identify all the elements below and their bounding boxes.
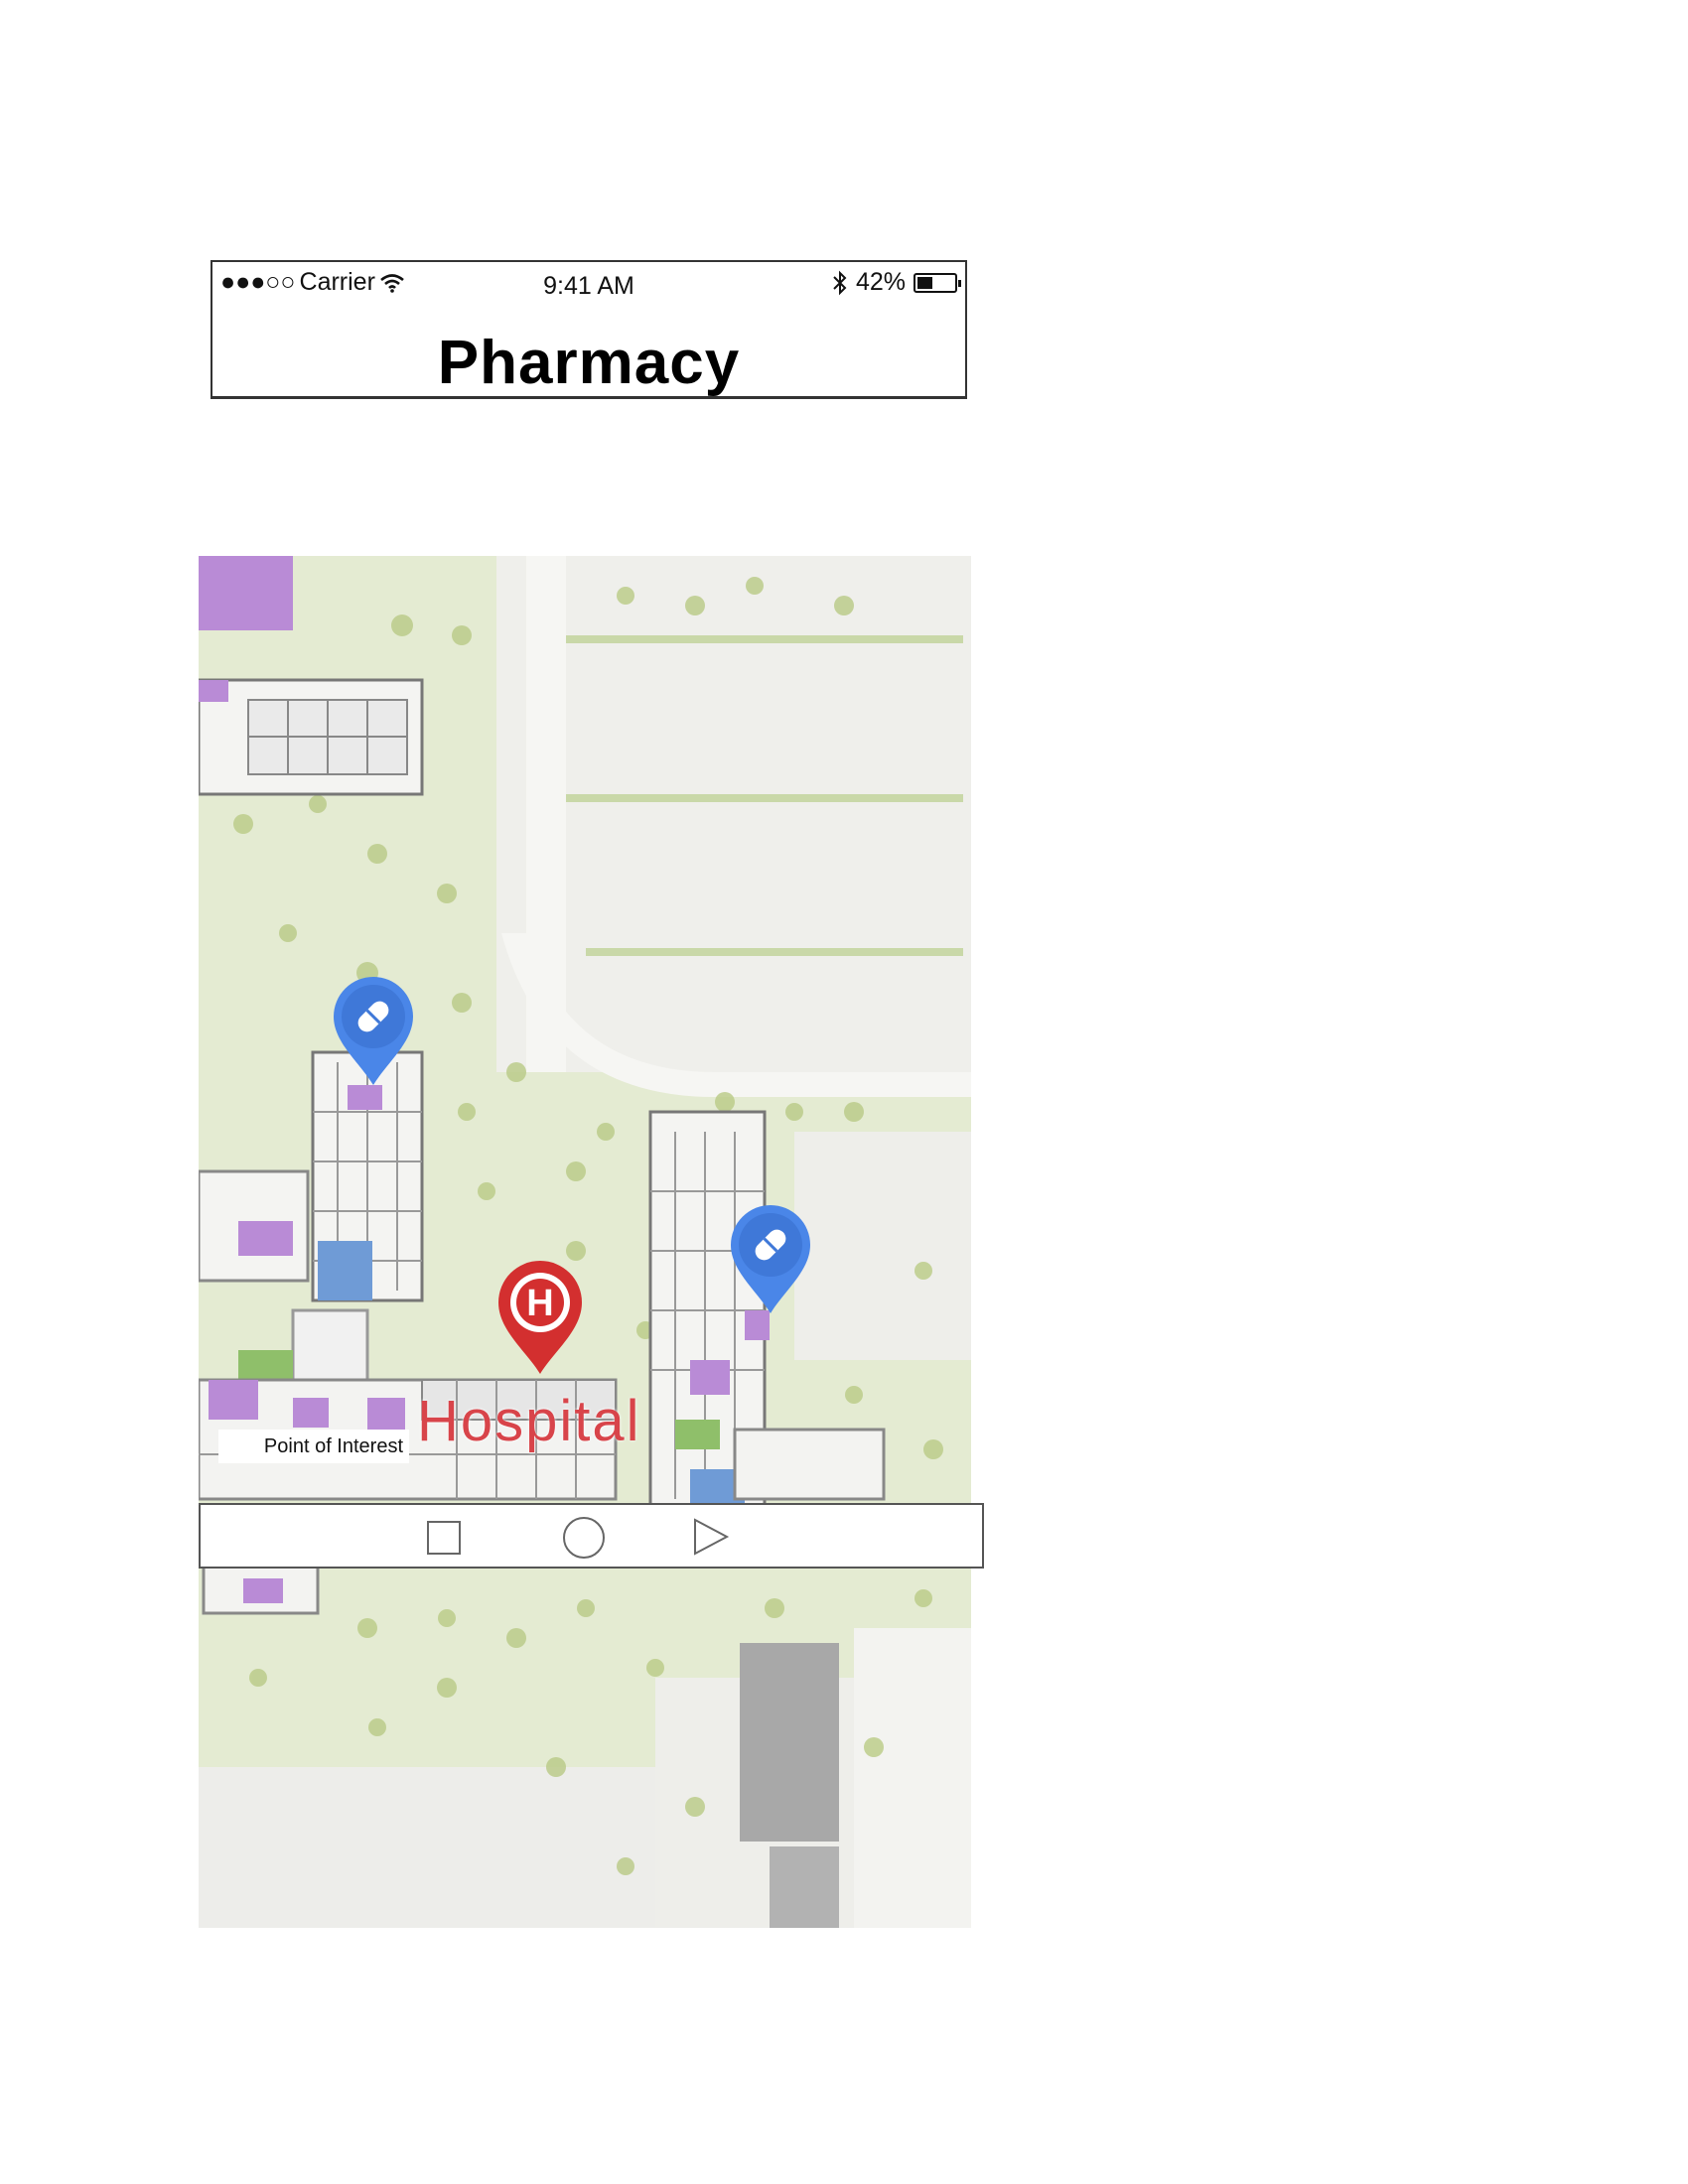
- battery-percent: 42%: [855, 268, 906, 296]
- hospital-h-icon: H: [526, 1283, 553, 1324]
- hospital-marker[interactable]: H: [494, 1257, 586, 1376]
- poi-label[interactable]: Point of Interest: [218, 1430, 409, 1463]
- triangle-icon[interactable]: [691, 1517, 731, 1557]
- square-icon[interactable]: [424, 1518, 464, 1558]
- circle-icon[interactable]: [560, 1515, 608, 1561]
- hospital-label[interactable]: Hospital: [417, 1388, 641, 1454]
- map-view[interactable]: H: [199, 556, 971, 1928]
- nav-bar: [199, 1503, 984, 1569]
- pharmacy-marker[interactable]: [330, 973, 417, 1087]
- pharmacy-marker[interactable]: [727, 1201, 814, 1315]
- status-right: 42%: [832, 268, 961, 297]
- page-title: Pharmacy: [437, 329, 741, 397]
- bluetooth-icon: [833, 270, 847, 295]
- battery-icon: [914, 272, 961, 293]
- status-header: ●●●○○ Carrier 9:41 AM 42% Pharmacy: [211, 260, 967, 399]
- map-base[interactable]: [199, 556, 971, 1928]
